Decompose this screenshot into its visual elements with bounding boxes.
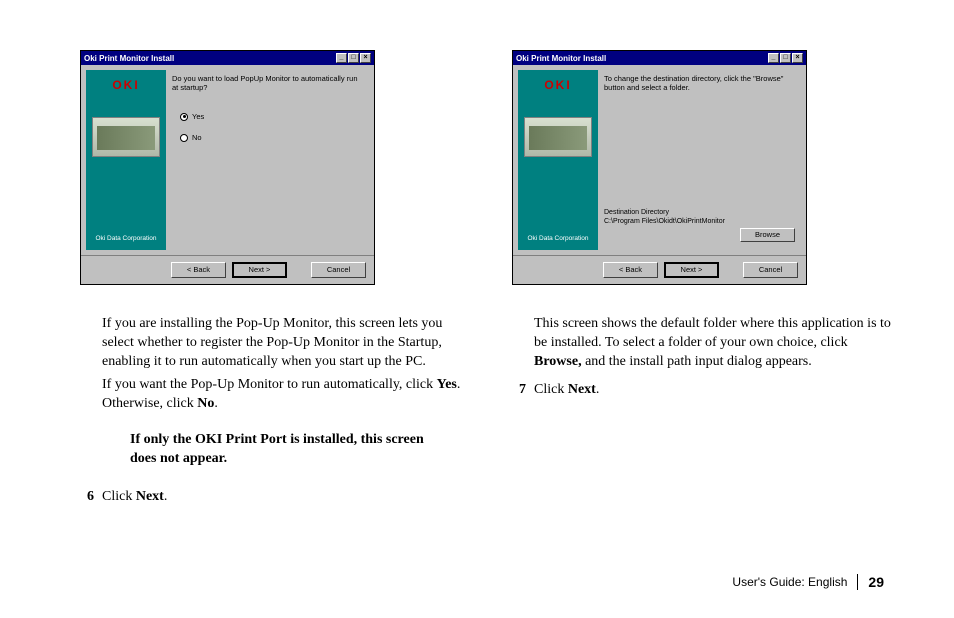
next-button[interactable]: Next > <box>664 262 719 278</box>
step-text: Click Next. <box>534 382 599 398</box>
dialog-main: To change the destination directory, cli… <box>598 70 801 250</box>
titlebar: Oki Print Monitor Install _ □ × <box>513 51 806 65</box>
prompt-text: To change the destination directory, cli… <box>604 74 795 92</box>
button-row: < Back Next > Cancel <box>513 255 806 284</box>
radio-yes-label: Yes <box>192 112 204 121</box>
footer-separator <box>857 574 858 590</box>
step-6: 6 Click Next. <box>80 489 462 505</box>
destination-path: C:\Program Files\Okidt\OkiPrintMonitor <box>604 218 795 225</box>
right-column: Oki Print Monitor Install _ □ × OKI Oki … <box>512 50 894 578</box>
corporation-label: Oki Data Corporation <box>95 235 156 242</box>
minimize-icon[interactable]: _ <box>336 53 347 63</box>
window-controls: _ □ × <box>768 53 803 63</box>
para-auto-run: If you want the Pop-Up Monitor to run au… <box>102 376 462 414</box>
dialog-sidebar: OKI Oki Data Corporation <box>518 70 598 250</box>
dialog-body: OKI Oki Data Corporation To change the d… <box>513 65 806 255</box>
radio-no[interactable] <box>180 134 188 142</box>
oki-logo: OKI <box>544 78 571 92</box>
note-print-port: If only the OKI Print Port is installed,… <box>130 431 442 469</box>
dialog-title: Oki Print Monitor Install <box>516 54 606 63</box>
oki-logo: OKI <box>112 78 139 92</box>
para-default-folder: This screen shows the default folder whe… <box>534 315 894 372</box>
radio-yes-row[interactable]: Yes <box>180 112 363 121</box>
corporation-label: Oki Data Corporation <box>527 235 588 242</box>
destination-block: Destination Directory C:\Program Files\O… <box>604 209 795 242</box>
dialog-sidebar: OKI Oki Data Corporation <box>86 70 166 250</box>
step-text: Click Next. <box>102 489 167 505</box>
step-number: 6 <box>80 489 94 505</box>
page-number: 29 <box>868 574 884 590</box>
titlebar: Oki Print Monitor Install _ □ × <box>81 51 374 65</box>
button-row: < Back Next > Cancel <box>81 255 374 284</box>
radio-group: Yes No <box>180 112 363 142</box>
product-image <box>92 117 160 157</box>
radio-no-row[interactable]: No <box>180 133 363 142</box>
dialog-startup: Oki Print Monitor Install _ □ × OKI Oki … <box>80 50 375 285</box>
radio-yes[interactable] <box>180 113 188 121</box>
close-icon[interactable]: × <box>360 53 371 63</box>
radio-no-label: No <box>192 133 202 142</box>
cancel-button[interactable]: Cancel <box>311 262 366 278</box>
page: Oki Print Monitor Install _ □ × OKI Oki … <box>0 0 954 618</box>
prompt-text: Do you want to load PopUp Monitor to aut… <box>172 74 363 92</box>
para-install-popup: If you are installing the Pop-Up Monitor… <box>102 315 462 372</box>
minimize-icon[interactable]: _ <box>768 53 779 63</box>
cancel-button[interactable]: Cancel <box>743 262 798 278</box>
back-button[interactable]: < Back <box>603 262 658 278</box>
browse-button[interactable]: Browse <box>740 228 795 242</box>
back-button[interactable]: < Back <box>171 262 226 278</box>
step-number: 7 <box>512 382 526 398</box>
close-icon[interactable]: × <box>792 53 803 63</box>
window-controls: _ □ × <box>336 53 371 63</box>
dialog-main: Do you want to load PopUp Monitor to aut… <box>166 70 369 250</box>
step-7: 7 Click Next. <box>512 382 894 398</box>
browse-row: Browse <box>604 228 795 242</box>
product-image <box>524 117 592 157</box>
maximize-icon[interactable]: □ <box>780 53 791 63</box>
destination-label: Destination Directory <box>604 209 795 216</box>
left-column: Oki Print Monitor Install _ □ × OKI Oki … <box>80 50 462 578</box>
dialog-title: Oki Print Monitor Install <box>84 54 174 63</box>
next-button[interactable]: Next > <box>232 262 287 278</box>
dialog-destination: Oki Print Monitor Install _ □ × OKI Oki … <box>512 50 807 285</box>
footer-label: User's Guide: English <box>732 575 847 589</box>
maximize-icon[interactable]: □ <box>348 53 359 63</box>
dialog-body: OKI Oki Data Corporation Do you want to … <box>81 65 374 255</box>
page-footer: User's Guide: English 29 <box>732 574 884 590</box>
